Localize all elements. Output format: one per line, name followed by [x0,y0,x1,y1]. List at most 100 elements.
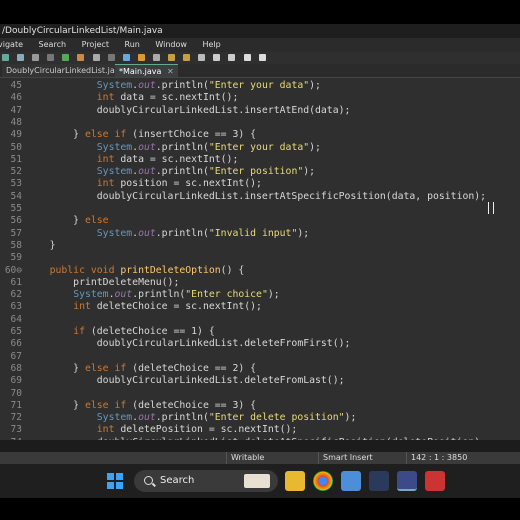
tab-label: DoublyCircularLinkedList.java [6,66,125,75]
line-number: 51 [10,153,22,165]
code-line[interactable]: doublyCircularLinkedList.insertAtEnd(dat… [26,105,351,117]
coverage-icon[interactable] [122,54,130,61]
code-line[interactable]: } [26,240,56,252]
save-icon[interactable] [17,54,25,61]
code-line[interactable]: int position = sc.nextInt(); [26,178,262,190]
taskbar-search-box[interactable]: Search [134,470,278,492]
editor-tab-bar: DoublyCircularLinkedList.java *Main.java… [0,64,520,78]
line-number: 70 [10,387,22,399]
davinci-resolve-icon[interactable] [369,471,389,491]
code-line[interactable]: doublyCircularLinkedList.deleteFromLast(… [26,375,345,387]
line-number: 45 [10,80,22,91]
code-line[interactable]: int data = sc.nextInt(); [26,92,239,104]
code-line[interactable]: if (deleteChoice == 1) { [26,326,215,338]
window-title: /DoublyCircularLinkedList/Main.java [0,24,520,38]
code-line[interactable]: } else [26,215,108,227]
line-number: 49 [10,129,22,141]
line-number: 72 [10,412,22,424]
menu-bar: vigate Search Project Run Window Help [0,38,520,52]
menu-run[interactable]: Run [125,38,140,52]
tab-doubly-circular-linked-list[interactable]: DoublyCircularLinkedList.java [2,64,129,77]
code-line[interactable]: System.out.println("Enter your data"); [26,80,321,92]
next-annotation-icon[interactable] [213,54,221,61]
debug-icon[interactable] [77,54,85,61]
external-tools-icon[interactable] [137,54,145,61]
line-number: 52 [10,166,22,178]
menu-search[interactable]: Search [39,38,66,52]
open-type-icon[interactable] [183,54,191,61]
toolbar [0,52,520,64]
run-icon[interactable] [62,54,70,61]
line-number: 66 [10,338,22,350]
code-line[interactable]: int deletePosition = sc.nextInt(); [26,424,298,436]
screen-bottom-bezel [0,498,520,520]
code-line[interactable]: doublyCircularLinkedList.insertAtSpecifi… [26,191,486,203]
search-label: Search [160,475,195,486]
text-cursor-icon [488,202,494,214]
windows-taskbar: Search [0,464,520,498]
code-editor[interactable]: 45 46 47 48 49 50 51 52 53 54 55 56 57 58 59 60⊖ 61 62 63 6… [0,78,520,440]
code-line[interactable]: System.out.println("Enter your data"); [26,142,321,154]
line-number: 63 [10,301,22,313]
line-number: 60⊖ [4,264,22,276]
search-icon [144,476,153,485]
line-number: 55 [10,203,22,214]
toolbar-separator-icon [107,54,115,61]
tab-label: *Main.java [119,67,162,76]
new-file-icon[interactable] [2,54,9,61]
line-number: 71 [10,399,22,411]
line-number: 50 [10,141,22,153]
code-line[interactable]: printDeleteMenu(); [26,277,179,289]
search-highlight-icon [244,474,270,488]
line-number: 54 [10,190,22,202]
chrome-icon[interactable] [313,471,333,491]
menu-navigate[interactable]: vigate [0,38,23,52]
print-icon[interactable] [32,54,40,61]
notepad-icon[interactable] [341,471,361,491]
code-line[interactable]: System.out.println("Enter delete positio… [26,412,357,424]
menu-project[interactable]: Project [82,38,109,52]
screen-top-bezel [0,0,520,24]
prev-annotation-icon[interactable] [228,54,236,61]
status-cursor-position: 142 : 1 : 3850 [406,452,471,464]
file-explorer-icon[interactable] [285,471,305,491]
line-number: 68 [10,362,22,374]
line-number: 46 [10,92,22,104]
code-line[interactable]: } else if (insertChoice == 3) { [26,129,256,141]
line-number: 67 [10,350,22,362]
code-line[interactable]: public void printDeleteOption() { [26,265,245,277]
code-line[interactable]: } else if (deleteChoice == 2) { [26,363,256,375]
code-line[interactable]: } else if (deleteChoice == 3) { [26,400,256,412]
code-line[interactable]: System.out.println("Enter position"); [26,166,315,178]
line-number: 64 [10,313,22,325]
editor-bottom-border [0,440,520,452]
tab-main-java[interactable]: *Main.java ✕ [115,64,178,77]
status-writable: Writable [226,452,268,464]
eclipse-ide-icon[interactable] [397,471,417,491]
search-tool-icon[interactable] [152,54,160,61]
open-folder-icon[interactable] [168,54,176,61]
code-line[interactable]: System.out.println("Enter choice"); [26,289,279,301]
line-number: 53 [10,178,22,190]
line-number: 56 [10,215,22,227]
forward-icon[interactable] [258,54,266,61]
line-number: 69 [10,375,22,387]
pin-icon[interactable] [198,54,206,61]
menu-window[interactable]: Window [155,38,187,52]
line-number: 48 [10,116,22,128]
back-icon[interactable] [243,54,251,61]
menu-help[interactable]: Help [202,38,220,52]
build-icon[interactable] [92,54,100,61]
windows-start-icon[interactable] [107,473,123,489]
code-line[interactable]: int data = sc.nextInt(); [26,154,239,166]
toolbar-separator-icon [47,54,55,61]
code-line[interactable]: int deleteChoice = sc.nextInt(); [26,301,262,313]
line-number: 61 [10,276,22,288]
code-line[interactable]: System.out.println("Invalid input"); [26,228,309,240]
line-number: 59 [10,252,22,264]
code-line[interactable]: doublyCircularLinkedList.deleteFromFirst… [26,338,351,350]
status-insert-mode[interactable]: Smart Insert [318,452,377,464]
close-icon[interactable]: ✕ [167,67,174,76]
snipping-tool-icon[interactable] [425,471,445,491]
line-number: 58 [10,239,22,251]
